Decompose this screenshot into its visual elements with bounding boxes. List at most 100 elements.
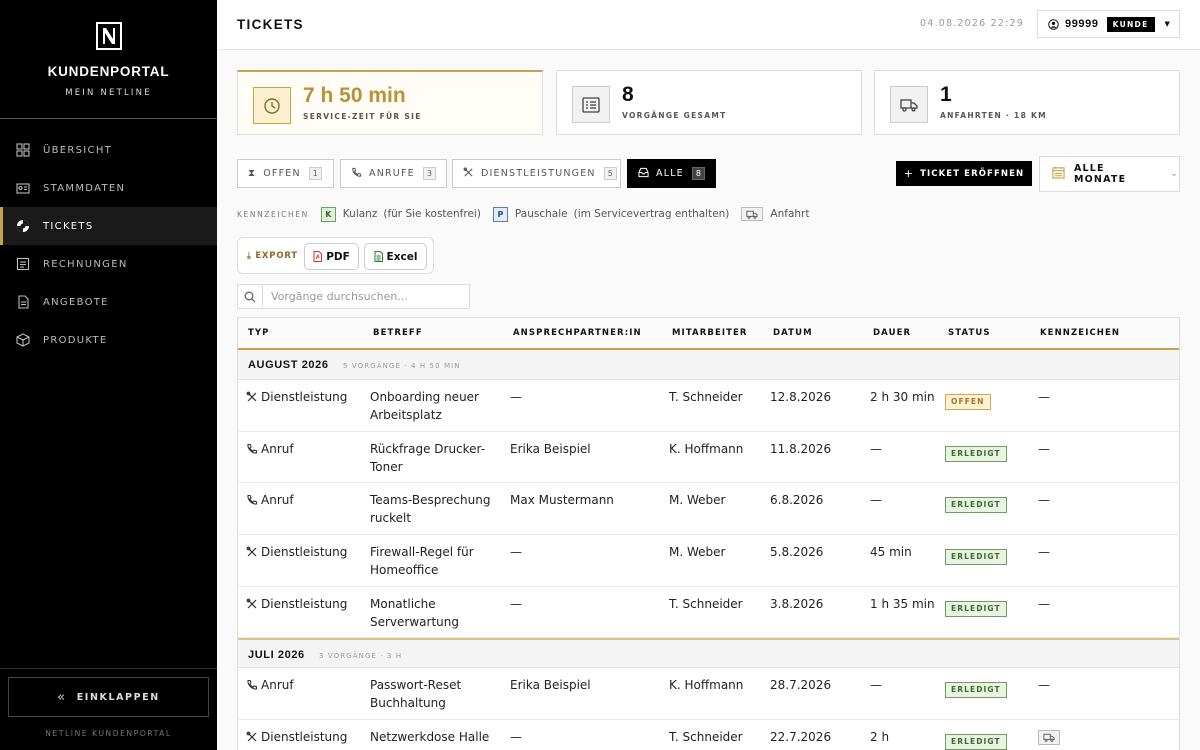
table-header: TYP BETREFF ANSPRECHPARTNER:IN MITARBEIT… xyxy=(238,318,1179,350)
status-badge: ERLEDIGT xyxy=(945,497,1007,514)
mitarbeiter-cell: K. Hoffmann xyxy=(669,441,744,456)
brand: KUNDENPORTAL MEIN NETLINE xyxy=(0,0,217,119)
export-excel-button[interactable]: Excel xyxy=(364,243,427,270)
column-header-kennzeichen[interactable]: KENNZEICHEN xyxy=(1040,328,1120,338)
page-title: TICKETS xyxy=(237,17,304,32)
filter-label: ALLE xyxy=(656,168,684,179)
table-row[interactable]: Dienstleistung Netzwerkdose Halle 2 — T. Sc… xyxy=(238,720,1179,750)
user-id: 99999 xyxy=(1065,18,1099,30)
sidebar-item-label: ÜBERSICHT xyxy=(43,144,113,156)
kennzeichen-cell: — xyxy=(1038,441,1050,456)
filter-count: 3 xyxy=(422,167,436,180)
sidebar-item-label: RECHNUNGEN xyxy=(43,258,128,270)
dauer-cell: 1 h 35 min xyxy=(870,596,935,611)
table-row[interactable]: Anruf Passwort-Reset Buchhaltung Erika Bei… xyxy=(238,668,1179,721)
export-pdf-button[interactable]: PDF xyxy=(304,243,359,270)
stat-card-service-time: 7 h 50 min SERVICE-ZEIT FÜR SIE xyxy=(237,70,543,135)
table-row[interactable]: Dienstleistung Monatliche Serverwartung — T… xyxy=(238,587,1179,639)
tools-icon xyxy=(246,731,258,743)
status-badge: OFFEN xyxy=(945,394,991,410)
kennzeichen-cell: — xyxy=(1038,596,1050,611)
calendar-icon xyxy=(1052,166,1065,182)
chevron-down-icon: ⌄ xyxy=(1170,169,1179,179)
pdf-label: PDF xyxy=(326,250,350,263)
typ-label: Anruf xyxy=(261,441,294,456)
ansprechpartner-cell: — xyxy=(510,596,522,611)
pdf-file-icon xyxy=(313,251,323,262)
pauschale-badge: P xyxy=(492,206,508,222)
filter-tab-offen[interactable]: ⧗ OFFEN 1 xyxy=(237,159,334,188)
filter-tab-dienstleistungen[interactable]: DIENSTLEISTUNGEN 5 xyxy=(452,159,621,188)
tools-icon xyxy=(246,546,258,558)
document-icon xyxy=(16,295,30,309)
ansprechpartner-cell: — xyxy=(510,545,522,560)
collapse-sidebar-button[interactable]: « EINKLAPPEN xyxy=(8,677,209,717)
user-menu[interactable]: 99999 KUNDE ▼ xyxy=(1037,10,1180,38)
typ-cell: Anruf xyxy=(246,676,294,694)
legend: KENNZEICHEN K Kulanz (für Sie kostenfrei… xyxy=(237,206,809,222)
group-summary: 5 VORGÄNGE · 4 H 50 MIN xyxy=(343,362,461,370)
sidebar-item-stammdaten[interactable]: STAMMDATEN xyxy=(0,169,217,207)
group-summary: 3 VORGÄNGE · 3 H xyxy=(319,652,403,661)
sidebar-item-tickets[interactable]: TICKETS xyxy=(0,207,217,245)
column-header-dauer[interactable]: DAUER xyxy=(873,328,911,338)
kennzeichen-cell xyxy=(1038,728,1060,747)
filter-label: OFFEN xyxy=(263,168,301,179)
month-select-value: ALLE MONATE xyxy=(1074,163,1127,185)
phone-icon xyxy=(246,443,258,455)
column-header-typ[interactable]: TYP xyxy=(248,328,269,338)
new-ticket-button[interactable]: + TICKET ERÖFFNEN xyxy=(896,161,1032,186)
sidebar-item-rechnungen[interactable]: RECHNUNGEN xyxy=(0,245,217,283)
ansprechpartner-cell: Erika Beispiel xyxy=(510,441,591,456)
stat-label: SERVICE-ZEIT FÜR SIE xyxy=(303,112,422,121)
column-header-status[interactable]: STATUS xyxy=(948,328,991,338)
box-icon xyxy=(16,333,30,347)
filter-count: 1 xyxy=(308,167,322,180)
column-header-ansprechpartner[interactable]: ANSPRECHPARTNER:IN xyxy=(513,328,642,338)
mitarbeiter-cell: M. Weber xyxy=(669,545,726,560)
sidebar-item-produkte[interactable]: PRODUKTE xyxy=(0,321,217,359)
sidebar-item-uebersicht[interactable]: ÜBERSICHT xyxy=(0,131,217,169)
filter-tab-alle[interactable]: ALLE 8 xyxy=(627,159,716,188)
plus-icon: + xyxy=(903,167,915,180)
search-input[interactable] xyxy=(263,285,463,308)
user-icon xyxy=(1048,18,1059,30)
month-select[interactable]: ALLE MONATE ⌄ xyxy=(1039,156,1180,192)
brand-title: KUNDENPORTAL xyxy=(47,64,170,79)
column-header-betreff[interactable]: BETREFF xyxy=(373,328,423,338)
status-cell: ERLEDIGT xyxy=(945,731,1007,750)
table-row[interactable]: Dienstleistung Onboarding neuer Arbeitspl… xyxy=(238,380,1179,432)
phone-icon xyxy=(246,679,258,691)
column-header-datum[interactable]: DATUM xyxy=(773,328,813,338)
logo-icon xyxy=(95,22,122,50)
filter-tab-anrufe[interactable]: ANRUFE 3 xyxy=(340,159,447,188)
table-row[interactable]: Anruf Rückfrage Drucker-Toner Erika Beispi… xyxy=(238,432,1179,484)
phone-icon xyxy=(246,494,258,506)
dauer-cell: — xyxy=(870,441,882,456)
brand-subtitle: MEIN NETLINE xyxy=(65,88,152,98)
filter-label: ANRUFE xyxy=(369,168,415,179)
datum-cell: 11.8.2026 xyxy=(770,441,832,456)
excel-label: Excel xyxy=(386,250,418,263)
typ-label: Anruf xyxy=(261,678,294,693)
typ-label: Anruf xyxy=(261,493,294,508)
typ-cell: Anruf xyxy=(246,440,294,458)
table-row[interactable]: Dienstleistung Firewall-Regel für Homeoff… xyxy=(238,535,1179,587)
pauschale-note: (im Servicevertrag enthalten) xyxy=(573,208,730,220)
group-title: AUGUST 2026 xyxy=(248,359,329,371)
group-header: JULI 2026 3 VORGÄNGE · 3 H xyxy=(238,638,1179,669)
sidebar-item-angebote[interactable]: ANGEBOTE xyxy=(0,283,217,321)
table-row[interactable]: Anruf Teams-Besprechung ruckelt Max Muster… xyxy=(238,483,1179,536)
sidebar: KUNDENPORTAL MEIN NETLINE ÜBERSICHT STAM… xyxy=(0,0,217,750)
search-box xyxy=(237,284,470,309)
kennzeichen-cell: — xyxy=(1038,493,1050,508)
datum-cell: 6.8.2026 xyxy=(770,493,824,508)
user-role-badge: KUNDE xyxy=(1106,16,1155,32)
stat-label: VORGÄNGE GESAMT xyxy=(622,111,727,120)
typ-label: Dienstleistung xyxy=(261,730,348,745)
column-header-mitarbeiter[interactable]: MITARBEITER xyxy=(672,328,748,338)
stat-value: 8 xyxy=(622,83,634,106)
ansprechpartner-cell: — xyxy=(510,390,522,404)
kennzeichen-cell: — xyxy=(1038,678,1050,693)
phone-icon xyxy=(351,167,362,181)
